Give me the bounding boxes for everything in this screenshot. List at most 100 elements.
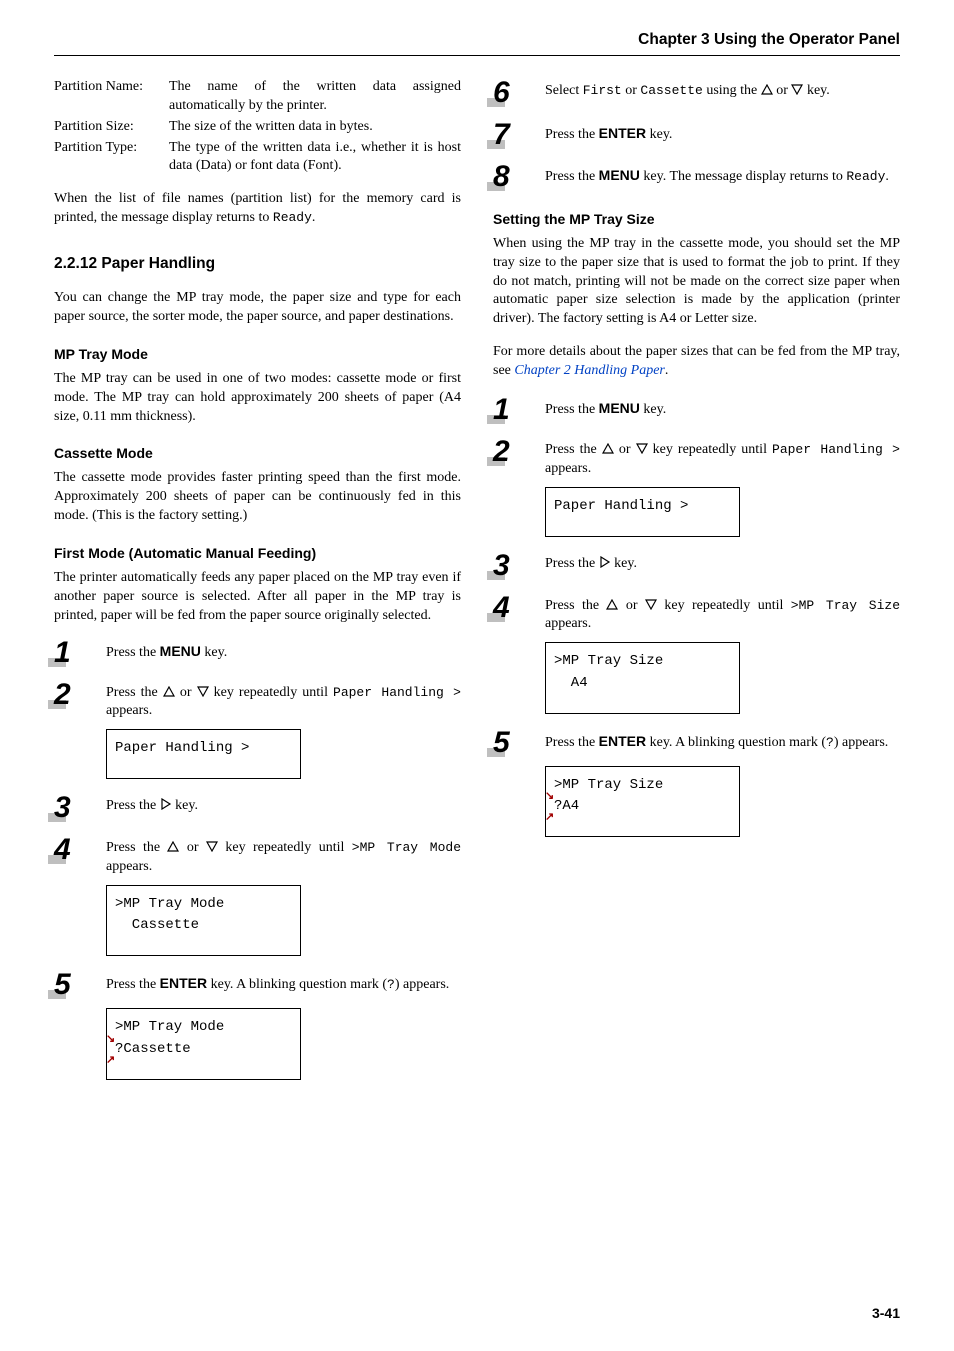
code-mp-tray-mode: >MP Tray Mode <box>352 840 461 855</box>
text: When the list of file names (partition l… <box>54 191 461 225</box>
lcd-display: Paper Handling > <box>106 729 301 779</box>
heading-first-mode: First Mode (Automatic Manual Feeding) <box>54 544 461 563</box>
text: or <box>622 83 641 98</box>
para-mp-body: The MP tray can be used in one of two mo… <box>54 370 461 427</box>
key-menu: MENU <box>599 167 640 183</box>
triangle-down-icon <box>636 443 648 454</box>
lcd-display: Paper Handling > <box>545 487 740 537</box>
code-mp-tray-size: >MP Tray Size <box>791 598 900 613</box>
display-line: >MP Tray Size <box>554 651 731 673</box>
text: Press the <box>106 977 160 992</box>
def-label: Partition Name: <box>54 78 169 116</box>
triangle-down-icon <box>645 599 657 610</box>
qmark: ? <box>115 1041 123 1057</box>
key-enter: ENTER <box>599 733 646 749</box>
heading-mp-tray-mode: MP Tray Mode <box>54 345 461 364</box>
step-number: 1 <box>493 395 531 425</box>
step-body: Press the key. <box>545 551 900 574</box>
text: key. <box>646 127 672 142</box>
chapter-header: Chapter 3 Using the Operator Panel <box>54 30 900 51</box>
key-enter: ENTER <box>599 125 646 141</box>
text: Press the <box>106 798 160 813</box>
text: key repeatedly until <box>218 840 352 855</box>
step-2: 2 Press the or key repeatedly until Pape… <box>493 437 900 479</box>
text: key repeatedly until <box>648 442 772 457</box>
step-body: Press the or key repeatedly until >MP Tr… <box>545 593 900 635</box>
text: key. A blinking question mark ( <box>207 977 387 992</box>
text: appears. <box>106 703 152 718</box>
para-setsize: When using the MP tray in the cassette m… <box>493 235 900 329</box>
def-value: The type of the written data i.e., wheth… <box>169 139 461 177</box>
def-label: Partition Type: <box>54 139 169 177</box>
text: key. A blinking question mark ( <box>646 735 826 750</box>
text: or <box>773 83 792 98</box>
step-body: Press the or key repeatedly until Paper … <box>106 680 461 722</box>
display-line: >MP Tray Mode <box>115 894 292 916</box>
step-number: 3 <box>54 793 92 823</box>
step-number: 3 <box>493 551 531 581</box>
para-more-details: For more details about the paper sizes t… <box>493 343 900 381</box>
text: ) appears. <box>834 735 888 750</box>
text: key repeatedly until <box>209 685 333 700</box>
step-number: 8 <box>493 162 531 192</box>
step-8: 8 Press the MENU key. The message displa… <box>493 162 900 192</box>
triangle-up-icon <box>602 443 614 454</box>
text: Press the <box>545 127 599 142</box>
step-body: Press the ENTER key. <box>545 120 900 145</box>
step-2: 2 Press the or key repeatedly until Pape… <box>54 680 461 722</box>
step-number: 2 <box>54 680 92 710</box>
step-body: Select First or Cassette using the or ke… <box>545 78 900 101</box>
qmark: ? <box>554 798 562 814</box>
step-number: 5 <box>493 728 531 758</box>
cursor-arrow-icon: ↘ <box>106 1031 115 1048</box>
left-column: Partition Name: The name of the written … <box>54 78 461 1094</box>
key-menu: MENU <box>160 643 201 659</box>
heading-setting-mp-tray-size: Setting the MP Tray Size <box>493 210 900 229</box>
two-column-layout: Partition Name: The name of the written … <box>54 78 900 1094</box>
text: key. <box>803 83 829 98</box>
text: using the <box>703 83 761 98</box>
step-number: 6 <box>493 78 531 108</box>
text: Press the <box>545 402 599 417</box>
text: key. <box>640 402 666 417</box>
text: Press the <box>106 685 163 700</box>
right-column: 6 Select First or Cassette using the or … <box>493 78 900 1094</box>
text: key. <box>611 556 637 571</box>
text: key repeatedly until <box>657 598 791 613</box>
step-number: 4 <box>493 593 531 623</box>
lcd-display: >MP Tray Size A4 <box>545 642 740 713</box>
text: or <box>614 442 636 457</box>
step-number: 7 <box>493 120 531 150</box>
heading-paper-handling: 2.2.12 Paper Handling <box>54 254 461 275</box>
text: Press the <box>545 598 606 613</box>
text: ) appears. <box>395 977 449 992</box>
step-number: 1 <box>54 638 92 668</box>
text: Press the <box>545 442 602 457</box>
step-body: Press the MENU key. The message display … <box>545 162 900 187</box>
text: or <box>179 840 205 855</box>
step-1: 1 Press the MENU key. <box>493 395 900 425</box>
page-number: 3-41 <box>872 1304 900 1323</box>
para-first-body: The printer automatically feeds any pape… <box>54 569 461 626</box>
text: Press the <box>545 169 599 184</box>
para-cassette-body: The cassette mode provides faster printi… <box>54 469 461 526</box>
cursor-arrow-icon: ↗ <box>106 1052 115 1069</box>
code-qmark: ? <box>826 735 834 750</box>
step-6: 6 Select First or Cassette using the or … <box>493 78 900 108</box>
triangle-up-icon <box>606 599 618 610</box>
step-body: Press the key. <box>106 793 461 816</box>
triangle-down-icon <box>791 84 803 95</box>
display-line: Cassette <box>115 915 292 937</box>
lcd-display: >MP Tray Size ↘↗? A4 <box>545 766 740 837</box>
step-body: Press the or key repeatedly until Paper … <box>545 437 900 479</box>
link-chapter-2[interactable]: Chapter 2 Handling Paper <box>514 363 665 378</box>
cursor-arrow-icon: ↗ <box>545 809 554 826</box>
step-body: Press the ENTER key. A blinking question… <box>545 728 900 753</box>
step-3: 3 Press the key. <box>493 551 900 581</box>
step-7: 7 Press the ENTER key. <box>493 120 900 150</box>
text: key. <box>201 645 227 660</box>
code-ready: Ready <box>846 169 885 184</box>
display-text: Cassette <box>123 1041 190 1057</box>
blinking-cursor: ↘↗? <box>115 1039 123 1061</box>
text: Press the <box>545 735 599 750</box>
